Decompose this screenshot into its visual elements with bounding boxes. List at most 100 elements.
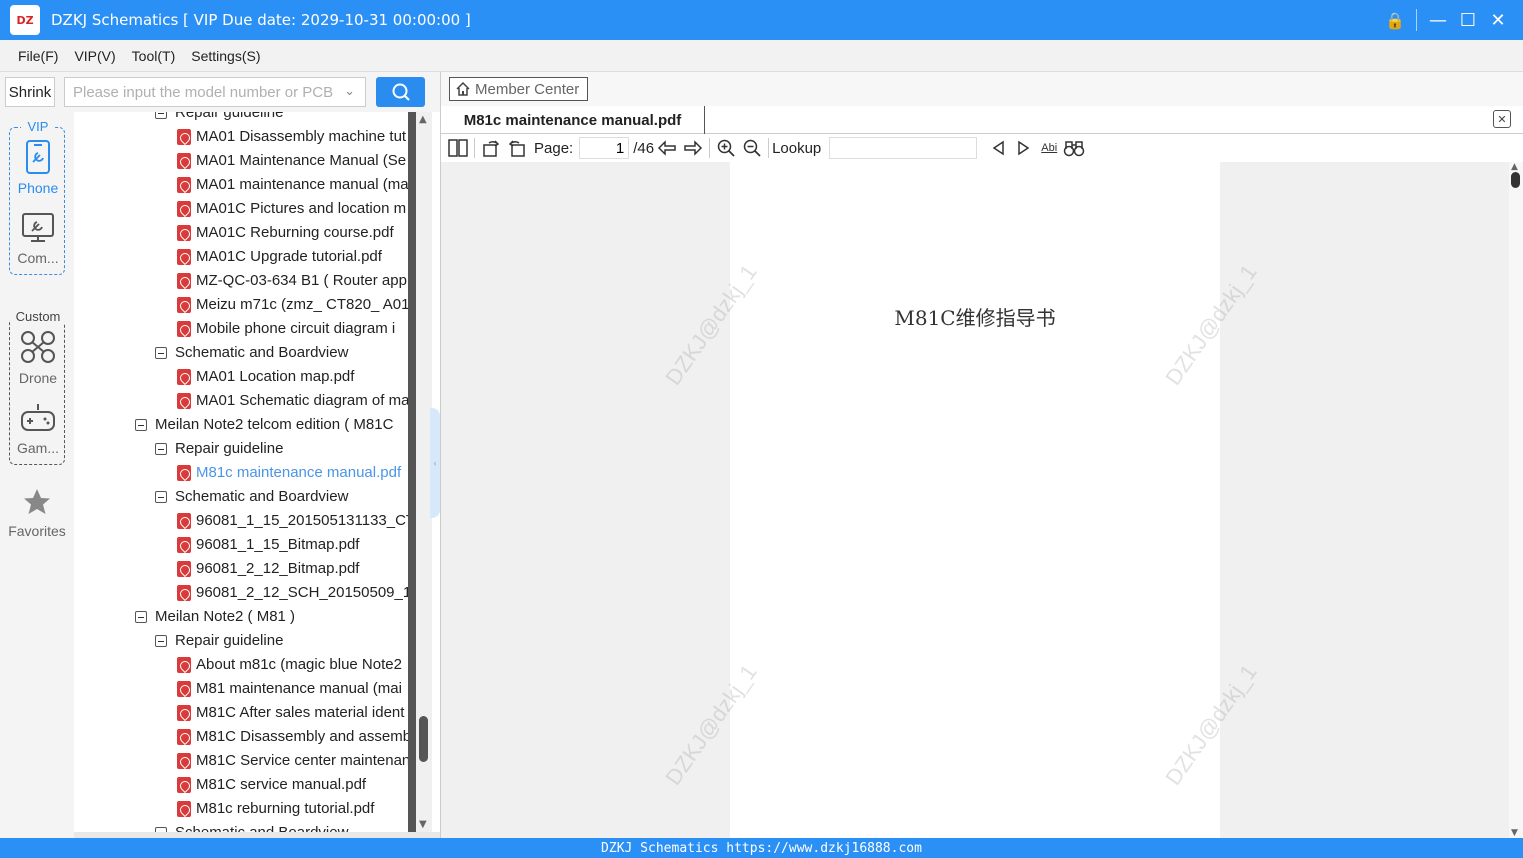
doc-tab-active[interactable]: M81c maintenance manual.pdf [441,106,705,134]
pdf-file-icon [177,177,191,193]
collapse-icon[interactable] [155,347,167,359]
nav-drone[interactable]: Drone [10,330,66,386]
collapse-icon[interactable] [135,611,147,623]
tree-folder-item[interactable]: Schematic and Boardview [155,485,348,509]
search-input[interactable] [73,79,333,105]
collapse-icon[interactable] [155,112,167,119]
chevron-down-icon[interactable]: ⌄ [344,84,355,99]
find-next-icon[interactable] [1013,137,1035,159]
pdf-file-icon [177,273,191,289]
tree-folder-item[interactable]: Schematic and Boardview [155,341,348,365]
tree-file-item[interactable]: 96081_2_12_Bitmap.pdf [177,557,359,581]
zoom-out-icon[interactable] [741,137,763,159]
scroll-down-icon[interactable]: ▼ [1511,828,1518,838]
tree-item-label: Schematic and Boardview [175,488,349,505]
tree-scroll-track [408,112,416,832]
menu-vip[interactable]: VIP(V) [66,48,123,64]
toolbar-separator [474,138,475,158]
tree-file-item[interactable]: M81C After sales material ident [177,701,404,725]
tree-file-item[interactable]: MA01 Disassembly machine tut [177,125,406,149]
tree-file-item[interactable]: MZ-QC-03-634 B1 ( Router app [177,269,407,293]
pdf-file-icon [177,369,191,385]
tree-file-item[interactable]: MA01 maintenance manual (ma [177,173,408,197]
tree-scroll-thumb[interactable] [419,716,428,762]
pdf-file-icon [177,297,191,313]
tree-file-item[interactable]: M81c reburning tutorial.pdf [177,797,374,821]
tree-folder-item[interactable]: Repair guideline [155,629,283,653]
tree-file-item[interactable]: MA01 Maintenance Manual (Se [177,149,406,173]
status-text: DZKJ Schematics https://www.dzkj16888.co… [601,840,922,856]
viewer-toolbar: Page: /46 Lookup Abi [441,134,1523,162]
tree-file-item[interactable]: MA01C Upgrade tutorial.pdf [177,245,382,269]
nav-favorites[interactable]: Favorites [0,487,74,539]
tree-file-item[interactable]: M81C Service center maintenan [177,749,408,773]
tree-file-item[interactable]: M81 maintenance manual (mai [177,677,402,701]
custom-group-label: Custom [10,309,66,324]
nav-game[interactable]: Gam... [10,402,66,456]
nav-computer[interactable]: Com... [10,212,66,266]
pdf-file-icon [177,729,191,745]
match-case-icon[interactable]: Abi [1039,137,1059,159]
tree-file-item[interactable]: About m81c (magic blue Note2 [177,653,402,677]
two-page-view-icon[interactable] [447,137,469,159]
collapse-panel-button[interactable]: ‹ [430,408,440,518]
pdf-file-icon [177,753,191,769]
toolbar-separator [768,138,770,158]
tree-folder-item[interactable]: Meilan Note2 telcom edition ( M81C [135,413,393,437]
menu-file[interactable]: File(F) [10,48,66,64]
tree-file-item[interactable]: MA01 Location map.pdf [177,365,354,389]
close-doc-icon[interactable]: ✕ [1493,110,1511,128]
tree-item-label: MA01 Maintenance Manual (Se [196,152,407,169]
tree-file-item[interactable]: 96081_2_12_SCH_20150509_180 [177,581,408,605]
tree-file-item[interactable]: Mobile phone circuit diagram i [177,317,395,341]
prev-page-icon[interactable] [656,137,678,159]
pdf-viewer[interactable]: M81C维修指导书 DZKJ@dzkj_1 DZKJ@dzkj_1 DZKJ@d… [441,162,1509,838]
tree-file-item[interactable]: Meizu m71c (zmz_ CT820_ A01) [177,293,408,317]
close-button[interactable]: ✕ [1483,5,1513,35]
tree-file-item[interactable]: 96081_1_15_Bitmap.pdf [177,533,359,557]
collapse-icon[interactable] [155,635,167,647]
member-center-button[interactable]: Member Center [449,77,588,101]
binoculars-icon[interactable] [1063,137,1085,159]
page-label: Page: [534,139,574,157]
shrink-button[interactable]: Shrink [5,77,55,107]
tree-file-item[interactable]: M81C Disassembly and assembl [177,725,408,749]
rotate-right-icon[interactable] [480,137,502,159]
menu-settings[interactable]: Settings(S) [183,48,268,64]
collapse-icon[interactable] [155,443,167,455]
maximize-button[interactable]: ☐ [1453,5,1483,35]
tree-folder-item[interactable]: Meilan Note2 ( M81 ) [135,605,295,629]
zoom-in-icon[interactable] [715,137,737,159]
tree-folder-item[interactable]: Repair guideline [155,112,283,125]
tree-file-item[interactable]: M81c maintenance manual.pdf [177,461,401,485]
tree-folder-item[interactable]: Repair guideline [155,437,283,461]
scroll-up-icon[interactable]: ▲ [1511,162,1518,172]
menu-tool[interactable]: Tool(T) [124,48,184,64]
find-prev-icon[interactable] [987,137,1009,159]
collapse-icon[interactable] [135,419,147,431]
scroll-down-icon[interactable]: ▼ [419,819,427,830]
search-button[interactable] [376,77,425,107]
tree-folder-item[interactable]: Schematic and Boardview [155,821,348,832]
tree-file-item[interactable]: M81C service manual.pdf [177,773,366,797]
tree-item-label: MA01 Schematic diagram of ma [196,392,408,409]
tree-file-item[interactable]: MA01C Pictures and location m [177,197,406,221]
tree-item-label: Mobile phone circuit diagram i [196,320,396,337]
tree-file-item[interactable]: 96081_1_15_201505131133_CT_v [177,509,408,533]
viewer-scroll-thumb[interactable] [1511,172,1520,188]
nav-phone[interactable]: Phone [10,140,66,196]
nav-phone-label: Phone [17,180,59,196]
minimize-button[interactable]: — [1423,5,1453,35]
lookup-input[interactable] [829,137,978,159]
next-page-icon[interactable] [682,137,704,159]
collapse-icon[interactable] [155,491,167,503]
tree-file-item[interactable]: MA01 Schematic diagram of ma [177,389,408,413]
tree-file-item[interactable]: MA01C Reburning course.pdf [177,221,394,245]
scroll-up-icon[interactable]: ▲ [419,114,427,125]
page-number-input[interactable] [579,137,630,159]
search-combo[interactable]: ⌄ [64,77,366,107]
lock-icon[interactable]: 🔒 [1380,5,1410,35]
viewer-scrollbar[interactable]: ▲ ▼ [1509,162,1523,838]
nav-drone-label: Drone [18,370,58,386]
rotate-left-icon[interactable] [506,137,528,159]
